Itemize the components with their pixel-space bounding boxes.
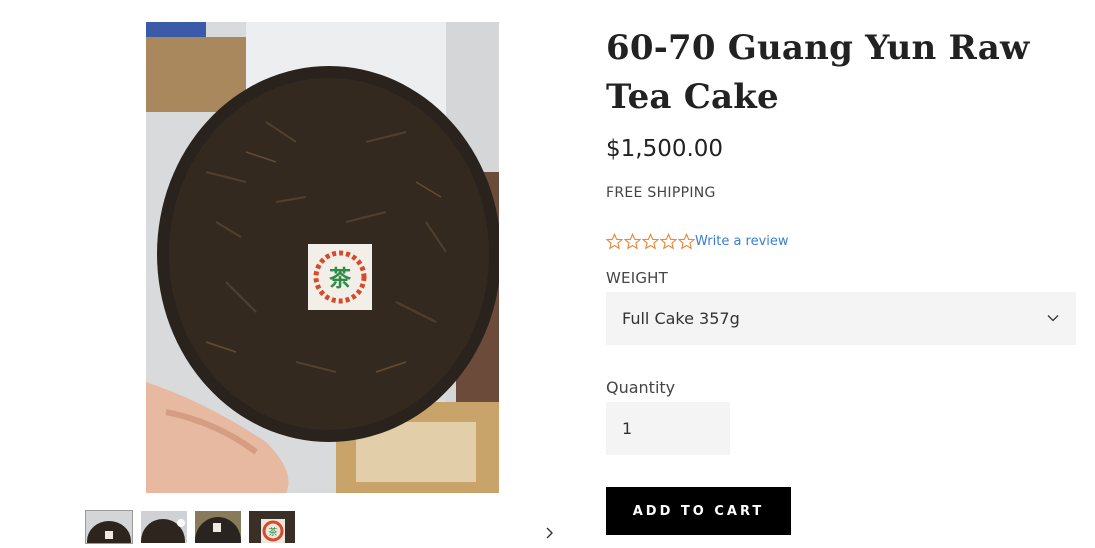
chevron-down-icon xyxy=(1047,315,1059,322)
review-rating: Write a review xyxy=(606,231,789,251)
shipping-note: FREE SHIPPING xyxy=(606,185,716,201)
thumbnail-3[interactable] xyxy=(195,511,241,543)
thumbnail-2[interactable] xyxy=(141,511,187,543)
write-review-link[interactable]: Write a review xyxy=(695,234,789,249)
product-title: 60-70 Guang Yun Raw Tea Cake xyxy=(606,28,1030,117)
empty-star-icon xyxy=(678,232,695,250)
empty-star-icon xyxy=(624,232,641,250)
main-product-image[interactable]: 茶 xyxy=(146,22,499,493)
weight-selected-value: Full Cake 357g xyxy=(622,309,740,328)
svg-text:茶: 茶 xyxy=(268,526,277,538)
empty-star-icon xyxy=(606,232,623,250)
add-to-cart-button[interactable]: ADD TO CART xyxy=(606,487,791,535)
thumbnail-image xyxy=(195,511,241,543)
star-rating xyxy=(606,232,695,250)
quantity-input[interactable]: 1 xyxy=(606,402,730,455)
thumbnail-image xyxy=(141,511,187,543)
weight-label: WEIGHT xyxy=(606,269,668,287)
thumbnail-1[interactable] xyxy=(85,510,133,544)
tea-cake-photo: 茶 xyxy=(146,22,499,493)
thumbnail-4[interactable]: 茶 xyxy=(249,511,295,543)
thumbnail-image: 茶 xyxy=(249,511,295,543)
chevron-right-icon[interactable] xyxy=(540,523,560,543)
product-price: $1,500.00 xyxy=(606,136,724,162)
empty-star-icon xyxy=(660,232,677,250)
thumbnail-image xyxy=(86,511,132,543)
quantity-label: Quantity xyxy=(606,378,676,397)
empty-star-icon xyxy=(642,232,659,250)
svg-text:茶: 茶 xyxy=(329,267,352,292)
weight-select[interactable]: Full Cake 357g xyxy=(606,292,1076,345)
quantity-value: 1 xyxy=(622,419,633,438)
